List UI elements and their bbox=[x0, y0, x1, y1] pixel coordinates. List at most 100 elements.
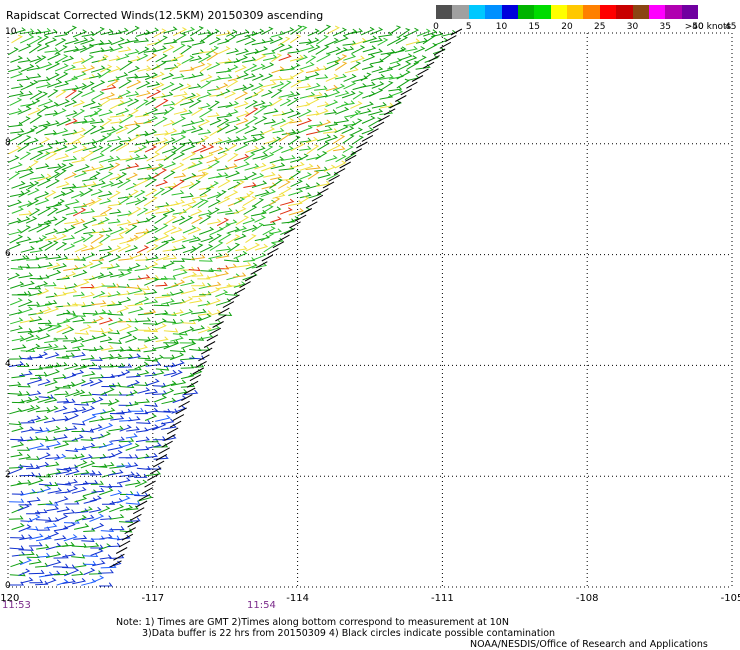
wind-barb bbox=[89, 72, 102, 79]
wind-barb bbox=[341, 46, 355, 52]
wind-barb bbox=[7, 272, 21, 281]
wind-barb bbox=[83, 319, 98, 324]
wind-barb bbox=[11, 83, 24, 89]
wind-barb bbox=[398, 53, 413, 61]
wind-barb bbox=[190, 61, 206, 70]
wind-barb bbox=[62, 234, 76, 241]
wind-barb bbox=[351, 135, 364, 145]
wind-barb bbox=[261, 73, 274, 81]
wind-barb bbox=[71, 190, 85, 199]
wind-barb bbox=[126, 326, 139, 334]
wind-barb bbox=[107, 136, 122, 142]
wind-barb bbox=[53, 563, 69, 568]
wind-barb bbox=[225, 64, 239, 73]
wind-barb bbox=[326, 46, 341, 55]
wind-barb bbox=[209, 37, 221, 46]
wind-barb bbox=[28, 73, 42, 79]
wind-barb bbox=[207, 218, 222, 225]
wind-barb bbox=[170, 348, 186, 353]
edge-barb bbox=[130, 513, 142, 521]
wind-barb bbox=[25, 98, 41, 108]
wind-barb bbox=[64, 199, 80, 206]
wind-barb bbox=[82, 489, 98, 497]
wind-barb bbox=[244, 30, 257, 38]
wind-barb bbox=[55, 38, 67, 47]
wind-barb bbox=[34, 280, 49, 288]
wind-barb bbox=[25, 343, 41, 353]
wind-barb bbox=[47, 51, 62, 61]
edge-barb bbox=[383, 108, 396, 116]
wind-barb bbox=[404, 27, 420, 38]
wind-barb bbox=[173, 269, 188, 277]
edge-barb bbox=[228, 294, 240, 302]
wind-barb bbox=[126, 91, 140, 97]
wind-barb bbox=[269, 178, 283, 189]
wind-barb bbox=[81, 88, 96, 98]
time-label: 11:54 bbox=[246, 600, 276, 611]
wind-barb bbox=[225, 170, 241, 179]
wind-barb bbox=[242, 217, 256, 225]
wind-barb bbox=[172, 73, 185, 80]
wind-barb bbox=[152, 354, 164, 362]
wind-barb bbox=[63, 398, 76, 404]
wind-barb bbox=[125, 500, 141, 505]
wind-barb bbox=[18, 43, 32, 52]
edge-barb bbox=[115, 547, 128, 554]
wind-barb bbox=[172, 43, 186, 53]
wind-barb bbox=[207, 85, 221, 92]
wind-barb bbox=[10, 55, 24, 63]
wind-barb bbox=[65, 255, 81, 260]
wind-barb bbox=[37, 500, 53, 506]
wind-barb bbox=[18, 524, 32, 533]
longitude-label: -105 bbox=[720, 593, 740, 604]
wind-barb bbox=[29, 151, 44, 161]
wind-barb bbox=[8, 217, 22, 225]
wind-barb bbox=[81, 405, 96, 414]
wind-barb bbox=[28, 35, 43, 46]
edge-barb bbox=[250, 267, 262, 275]
edge-barb bbox=[166, 427, 179, 435]
edge-barb bbox=[395, 95, 407, 102]
wind-barb bbox=[359, 108, 372, 115]
wind-barb bbox=[89, 328, 105, 333]
wind-barb bbox=[342, 134, 355, 144]
wind-barb bbox=[245, 262, 258, 270]
wind-barb bbox=[188, 266, 201, 272]
wind-barb bbox=[299, 145, 312, 151]
wind-barb bbox=[35, 508, 48, 514]
wind-barb bbox=[63, 534, 78, 542]
wind-barb bbox=[386, 36, 402, 47]
wind-barb bbox=[72, 301, 87, 307]
wind-barb bbox=[236, 71, 249, 79]
wind-barb bbox=[233, 135, 248, 143]
wind-barb bbox=[200, 80, 211, 89]
wind-barb bbox=[37, 319, 52, 325]
wind-barb bbox=[217, 207, 233, 214]
wind-barb bbox=[116, 72, 129, 79]
wind-barb bbox=[135, 445, 150, 451]
wind-barb bbox=[299, 125, 313, 133]
wind-barb bbox=[47, 425, 61, 433]
wind-barb bbox=[137, 326, 152, 331]
wind-barb bbox=[74, 330, 90, 335]
wind-barb bbox=[108, 425, 124, 432]
wind-barb bbox=[199, 226, 215, 235]
wind-barb bbox=[46, 469, 62, 476]
wind-barb bbox=[128, 65, 141, 74]
wind-barb bbox=[154, 142, 168, 153]
wind-barb bbox=[344, 66, 359, 74]
wind-barb bbox=[215, 270, 229, 277]
wind-barb bbox=[91, 300, 107, 306]
wind-barb bbox=[17, 391, 31, 397]
wind-barb bbox=[10, 559, 24, 568]
latitude-label: 4 bbox=[5, 359, 11, 370]
edge-barb bbox=[164, 434, 176, 441]
wind-barb bbox=[305, 97, 320, 107]
wind-barb bbox=[191, 117, 205, 125]
wind-barb bbox=[54, 216, 68, 226]
wind-barb bbox=[100, 144, 113, 153]
wind-barb bbox=[298, 108, 312, 118]
wind-barb bbox=[29, 173, 46, 180]
wind-barb bbox=[289, 34, 302, 44]
wind-barb bbox=[98, 245, 113, 252]
